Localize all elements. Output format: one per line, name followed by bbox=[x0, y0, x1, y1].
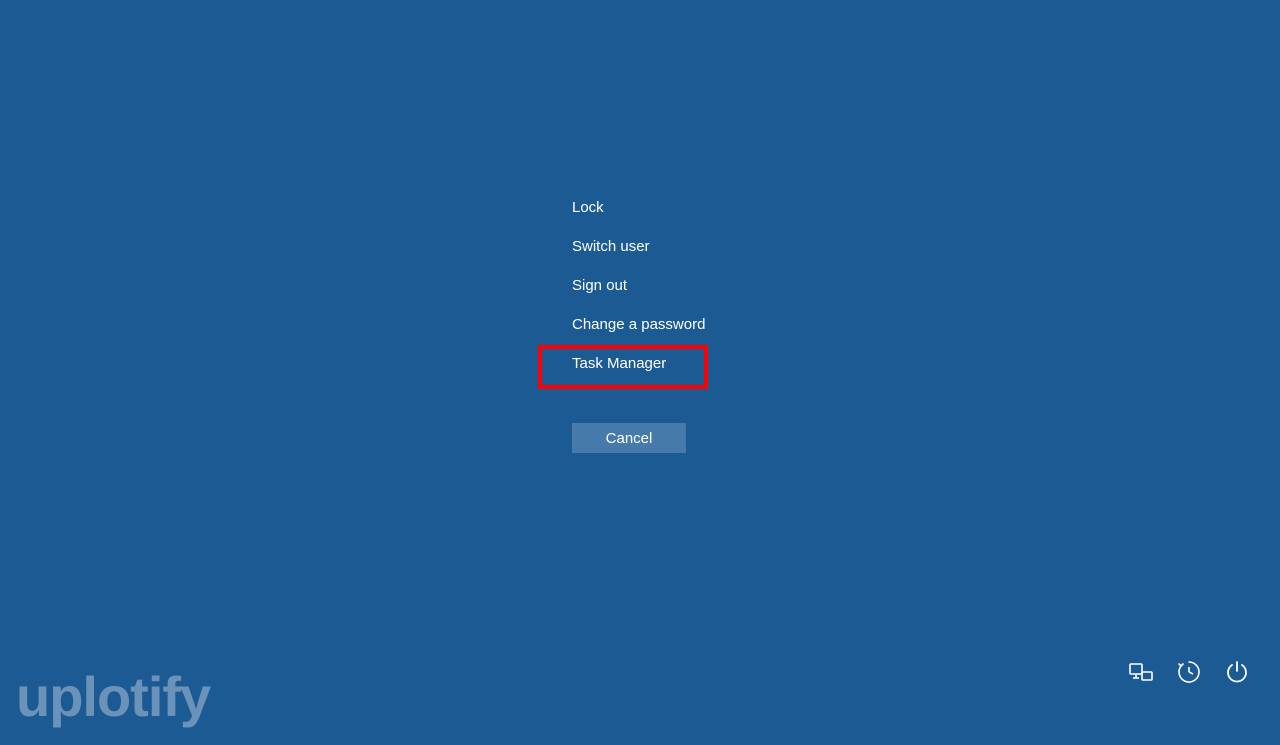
menu-item-lock[interactable]: Lock bbox=[572, 188, 705, 227]
watermark-text: uplotify bbox=[16, 664, 210, 729]
power-icon[interactable] bbox=[1224, 659, 1250, 685]
network-icon[interactable] bbox=[1128, 659, 1154, 685]
menu-item-sign-out[interactable]: Sign out bbox=[572, 266, 705, 305]
bottom-icons-bar bbox=[1128, 659, 1250, 685]
cancel-container: Cancel bbox=[572, 423, 686, 453]
menu-item-switch-user[interactable]: Switch user bbox=[572, 227, 705, 266]
security-options-menu: Lock Switch user Sign out Change a passw… bbox=[572, 188, 705, 383]
ease-of-access-icon[interactable] bbox=[1176, 659, 1202, 685]
cancel-button[interactable]: Cancel bbox=[572, 423, 686, 453]
menu-item-change-password[interactable]: Change a password bbox=[572, 305, 705, 344]
menu-item-task-manager[interactable]: Task Manager bbox=[572, 344, 705, 383]
